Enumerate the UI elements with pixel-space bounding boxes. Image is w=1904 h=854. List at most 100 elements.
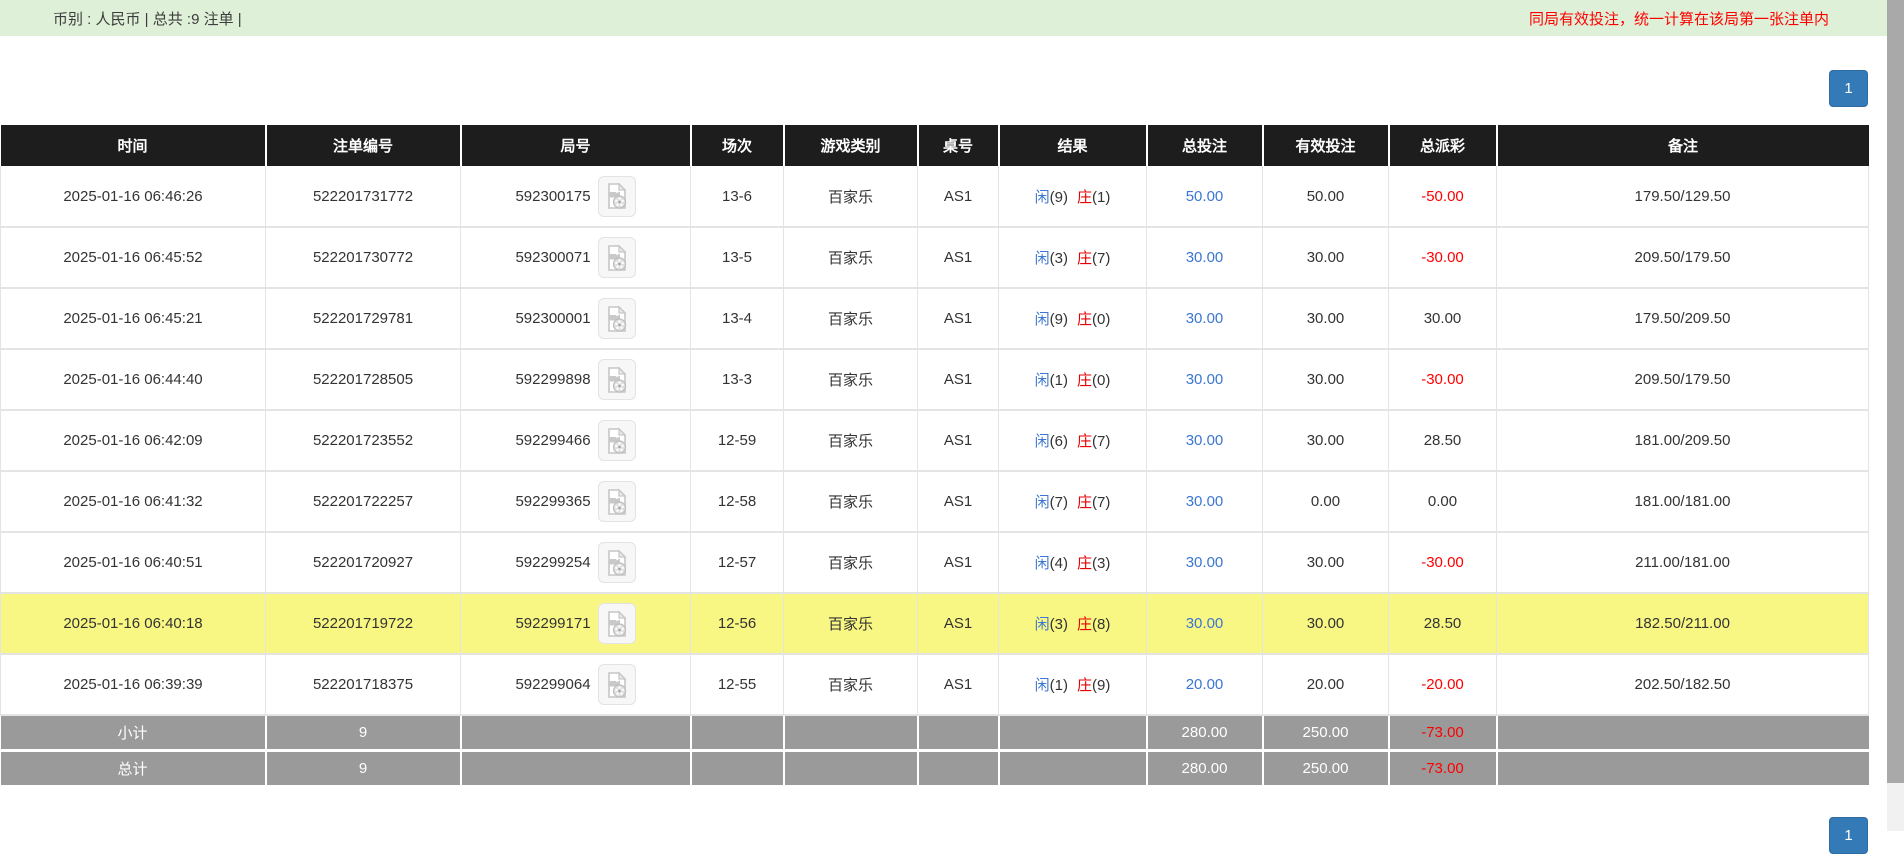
pagination-page-1-top[interactable]: 1 [1829, 70, 1868, 107]
banker-score: (8) [1092, 616, 1110, 633]
cell-result: 闲(6)庄(7) [999, 410, 1147, 471]
total-bet-amount-link[interactable]: 30.00 [1186, 493, 1224, 510]
video-replay-button[interactable] [598, 664, 636, 705]
cell-session: 12-59 [691, 410, 784, 471]
cell-session: 13-5 [691, 227, 784, 288]
player-score: (9) [1050, 311, 1068, 328]
cell-time: 2025-01-16 06:41:32 [1, 471, 266, 532]
cell-time: 2025-01-16 06:45:21 [1, 288, 266, 349]
cell-bet-id: 522201731772 [266, 166, 461, 227]
cell-time: 2025-01-16 06:44:40 [1, 349, 266, 410]
vertical-scrollbar-track[interactable] [1887, 0, 1904, 831]
video-replay-button[interactable] [598, 603, 636, 644]
cell-game-type: 百家乐 [784, 471, 918, 532]
header-valid-bet: 有效投注 [1263, 125, 1389, 166]
banker-label: 庄 [1077, 189, 1092, 206]
header-total-bet: 总投注 [1147, 125, 1263, 166]
cell-table-no: AS1 [918, 166, 999, 227]
round-number: 592299254 [515, 554, 590, 571]
video-file-icon [605, 488, 629, 516]
cell-table-no: AS1 [918, 654, 999, 715]
round-number: 592300071 [515, 249, 590, 266]
table-row: 2025-01-16 06:46:26 522201731772 5923001… [1, 166, 1869, 227]
cell-valid-bet: 30.00 [1263, 288, 1389, 349]
video-replay-button[interactable] [598, 176, 636, 217]
cell-session: 13-4 [691, 288, 784, 349]
cell-result: 闲(4)庄(3) [999, 532, 1147, 593]
video-replay-button[interactable] [598, 481, 636, 522]
cell-total-bet: 30.00 [1147, 471, 1263, 532]
video-file-icon [605, 610, 629, 638]
total-bet-amount-link[interactable]: 30.00 [1186, 554, 1224, 571]
banker-score: (7) [1092, 250, 1110, 267]
total-bet-amount-link[interactable]: 30.00 [1186, 249, 1224, 266]
total-bet-amount-link[interactable]: 20.00 [1186, 676, 1224, 693]
video-replay-button[interactable] [598, 359, 636, 400]
player-score: (1) [1050, 372, 1068, 389]
banker-label: 庄 [1077, 616, 1092, 633]
cell-table-no: AS1 [918, 288, 999, 349]
cell-round: 592299466 [461, 410, 691, 471]
cell-result: 闲(9)庄(1) [999, 166, 1147, 227]
total-bet-amount-link[interactable]: 30.00 [1186, 615, 1224, 632]
total-bet-amount-link[interactable]: 30.00 [1186, 371, 1224, 388]
video-replay-button[interactable] [598, 237, 636, 278]
cell-bet-id: 522201723552 [266, 410, 461, 471]
video-replay-button[interactable] [598, 542, 636, 583]
header-remark: 备注 [1497, 125, 1869, 166]
subtotal-payout: -73.00 [1389, 715, 1497, 750]
cell-bet-id: 522201720927 [266, 532, 461, 593]
player-score: (7) [1050, 494, 1068, 511]
banker-score: (0) [1092, 311, 1110, 328]
cell-valid-bet: 30.00 [1263, 349, 1389, 410]
video-file-icon [605, 366, 629, 394]
cell-remark: 211.00/181.00 [1497, 532, 1869, 593]
total-bet-amount-link[interactable]: 30.00 [1186, 432, 1224, 449]
cell-table-no: AS1 [918, 532, 999, 593]
banker-label: 庄 [1077, 555, 1092, 572]
cell-table-no: AS1 [918, 349, 999, 410]
cell-valid-bet: 20.00 [1263, 654, 1389, 715]
video-file-icon [605, 182, 629, 210]
cell-total-bet: 30.00 [1147, 227, 1263, 288]
cell-round: 592300175 [461, 166, 691, 227]
video-replay-button[interactable] [598, 420, 636, 461]
video-file-icon [605, 305, 629, 333]
cell-round: 592299254 [461, 532, 691, 593]
cell-payout: -30.00 [1389, 227, 1497, 288]
video-file-icon [605, 671, 629, 699]
header-result: 结果 [999, 125, 1147, 166]
cell-remark: 209.50/179.50 [1497, 349, 1869, 410]
cell-remark: 209.50/179.50 [1497, 227, 1869, 288]
cell-bet-id: 522201729781 [266, 288, 461, 349]
vertical-scrollbar-thumb[interactable] [1887, 0, 1904, 783]
cell-session: 12-56 [691, 593, 784, 654]
banker-score: (3) [1092, 555, 1110, 572]
header-time: 时间 [1, 125, 266, 166]
total-count: 9 [266, 750, 461, 785]
total-bet-amount-link[interactable]: 50.00 [1186, 188, 1224, 205]
cell-remark: 179.50/129.50 [1497, 166, 1869, 227]
table-row: 2025-01-16 06:42:09 522201723552 5922994… [1, 410, 1869, 471]
player-label: 闲 [1035, 616, 1050, 633]
cell-table-no: AS1 [918, 410, 999, 471]
total-bet-amount-link[interactable]: 30.00 [1186, 310, 1224, 327]
table-header-row: 时间 注单编号 局号 场次 游戏类别 桌号 结果 总投注 有效投注 总派彩 备注 [1, 125, 1869, 166]
cell-bet-id: 522201728505 [266, 349, 461, 410]
cell-bet-id: 522201718375 [266, 654, 461, 715]
total-label: 总计 [1, 750, 266, 785]
round-number: 592299365 [515, 493, 590, 510]
cell-round: 592299171 [461, 593, 691, 654]
bet-records-table: 时间 注单编号 局号 场次 游戏类别 桌号 结果 总投注 有效投注 总派彩 备注… [0, 125, 1869, 785]
video-replay-button[interactable] [598, 298, 636, 339]
player-label: 闲 [1035, 494, 1050, 511]
pagination-page-1-bottom[interactable]: 1 [1829, 817, 1868, 854]
round-number: 592300001 [515, 310, 590, 327]
cell-round: 592299898 [461, 349, 691, 410]
header-bet-id: 注单编号 [266, 125, 461, 166]
cell-bet-id: 522201719722 [266, 593, 461, 654]
subtotal-row: 小计 9 280.00 250.00 -73.00 [1, 715, 1869, 750]
cell-game-type: 百家乐 [784, 654, 918, 715]
player-label: 闲 [1035, 677, 1050, 694]
player-label: 闲 [1035, 555, 1050, 572]
